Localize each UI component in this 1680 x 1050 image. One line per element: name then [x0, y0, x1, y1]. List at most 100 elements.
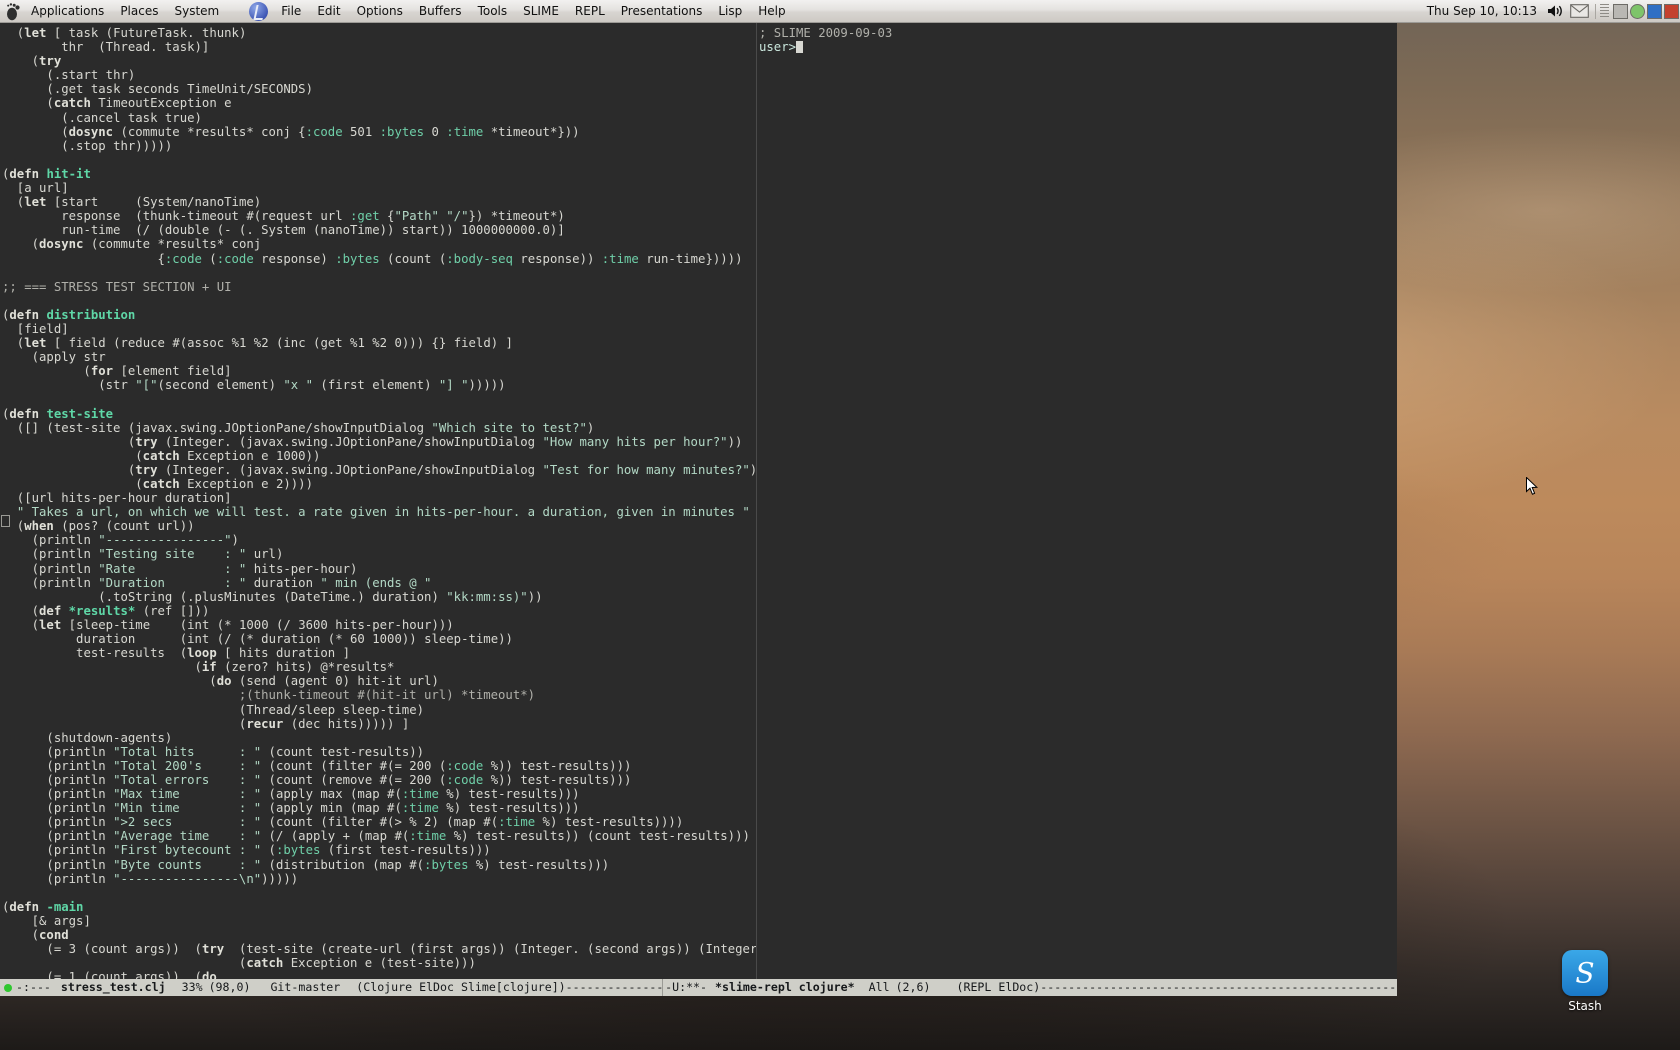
code-line: (.toString (.plusMinutes (DateTime.) dur… [2, 589, 543, 604]
code-line: (Thread/sleep sleep-time) [2, 702, 425, 717]
code-line: (let [sleep-time (int (* 1000 (/ 3600 hi… [2, 617, 454, 632]
menu-presentations[interactable]: Presentations [613, 1, 711, 22]
code-line: " Takes a url, on which we will test. a … [16, 505, 750, 520]
code-line: (when (pos? (count url)) [2, 519, 195, 534]
stash-app-icon: S [1562, 950, 1608, 996]
code-line: (println ">2 secs : " (count (filter #(>… [2, 815, 684, 830]
emacs-split-windows: (let [ task (FutureTask. thunk) thr (Thr… [0, 23, 1397, 979]
emacs-icon [249, 1, 269, 21]
code-line: ([url hits-per-hour duration] [2, 491, 232, 506]
code-line: ;(thunk-timeout #(hit-it url) *timeout*) [2, 688, 536, 703]
panel-menu-places[interactable]: Places [112, 1, 166, 22]
code-line: {:code (:code response) :bytes (count (:… [2, 251, 743, 266]
menu-tools[interactable]: Tools [470, 1, 516, 22]
code-line: (println "Max time : " (apply max (map #… [2, 787, 580, 802]
code-line: (try (Integer. (javax.swing.JOptionPane/… [2, 462, 756, 477]
repl-prompt-line: user> [757, 40, 1397, 54]
overlay-marker-icon [1, 515, 10, 527]
code-line: (let [ task (FutureTask. thunk) [2, 26, 247, 40]
code-line: (defn distribution [2, 307, 136, 322]
code-line: ([] (test-site (javax.swing.JOptionPane/… [2, 420, 595, 435]
slime-repl-output[interactable]: ; SLIME 2009-09-03 user> [757, 23, 1397, 54]
code-line: (println "----------------") [2, 533, 239, 548]
source-modeline: -:--- stress_test.clj 33% (98,0) Git-mas… [0, 979, 663, 996]
code-line: run-time (/ (double (- (. System (nanoTi… [61, 223, 565, 238]
menu-repl[interactable]: REPL [567, 1, 613, 22]
code-line: (println "Total 200's : " (count (filter… [2, 758, 632, 773]
app-tray-icon-2[interactable] [1630, 3, 1645, 19]
repl-modeline-position: All [868, 980, 890, 994]
menu-options[interactable]: Options [349, 1, 411, 22]
modeline-row: -:--- stress_test.clj 33% (98,0) Git-mas… [0, 979, 1397, 996]
mail-icon[interactable] [1569, 2, 1589, 21]
app-tray-icon-3[interactable] [1647, 3, 1662, 19]
code-line: (println "Average time : " (/ (apply + (… [2, 829, 750, 844]
stash-icon-glyph: S [1575, 956, 1595, 990]
panel-clock[interactable]: Thu Sep 10, 10:13 [1421, 2, 1543, 20]
code-line: thr (Thread. task)] [61, 40, 210, 55]
modeline-minor-modes: (Clojure ElDoc Slime[clojure]) [356, 980, 566, 994]
repl-modeline-point: (2,6) [895, 980, 931, 994]
code-line: (cond [2, 928, 69, 942]
gnome-top-panel: Applications Places System File Edit Opt… [0, 0, 1680, 23]
desktop-icon-label: Stash [1568, 999, 1602, 1013]
slime-repl-window[interactable]: ; SLIME 2009-09-03 user> [757, 23, 1397, 979]
tray-divider [1595, 3, 1596, 19]
menu-file[interactable]: File [273, 1, 309, 22]
modeline-point: (98,0) [208, 980, 251, 994]
code-line: (try (Integer. (javax.swing.JOptionPane/… [2, 434, 743, 449]
repl-modeline: -U:**- *slime-repl clojure* All (2,6) (R… [663, 979, 1397, 996]
code-line: (println "----------------\n"))))) [2, 871, 299, 886]
code-line: (defn -main [2, 899, 84, 914]
modeline-vc-state: Git-master [270, 980, 341, 994]
code-line: (def *results* (ref [])) [2, 603, 210, 618]
code-line: (= 3 (count args)) (try (test-site (crea… [2, 942, 756, 957]
menu-slime[interactable]: SLIME [515, 1, 567, 22]
app-tray-icon-1[interactable] [1613, 3, 1628, 19]
code-line: (catch TimeoutException e [2, 96, 232, 111]
grip-handle-icon[interactable] [1600, 3, 1609, 19]
code-line: (catch Exception e 2)))) [2, 477, 313, 491]
repl-banner-line: ; SLIME 2009-09-03 [759, 26, 893, 40]
menu-buffers[interactable]: Buffers [411, 1, 470, 22]
clojure-source-code[interactable]: (let [ task (FutureTask. thunk) thr (Thr… [0, 23, 756, 979]
code-line: (if (zero? hits) @*results* [2, 660, 395, 675]
code-line: (let [start (System/nanoTime) [2, 195, 262, 210]
code-line: (.stop thr))))) [2, 138, 173, 153]
desktop-icon-stash[interactable]: S Stash [1545, 950, 1625, 1013]
panel-menu-applications[interactable]: Applications [23, 1, 112, 22]
code-line: (for [element field] [2, 364, 232, 379]
menu-help[interactable]: Help [750, 1, 793, 22]
code-line: [a url] [2, 181, 69, 196]
modeline-position-pct: 33% [181, 980, 203, 994]
code-line: (dosync (commute *results* conj {:code 5… [2, 124, 580, 139]
app-tray-icon-4[interactable] [1664, 3, 1679, 19]
code-line: duration (int (/ (* duration (* 60 1000)… [76, 632, 513, 647]
code-line: (defn hit-it [2, 166, 91, 181]
modeline-buffer-name: stress_test.clj [60, 980, 166, 994]
code-line: (= 1 (count args)) (do [2, 970, 217, 979]
code-line: (println "Total hits : " (count test-res… [2, 744, 425, 759]
code-line: (.start thr) [2, 68, 136, 83]
panel-menu-system[interactable]: System [166, 1, 227, 22]
menu-lisp[interactable]: Lisp [710, 1, 750, 22]
modeline-filler: ----------------------------------------… [565, 980, 663, 994]
code-line: (catch Exception e 1000)) [2, 448, 321, 463]
code-line: (let [ field (reduce #(assoc %1 %2 (inc … [2, 336, 513, 351]
code-line: (println "Rate : " hits-per-hour) [2, 561, 358, 576]
menu-edit[interactable]: Edit [309, 1, 348, 22]
source-buffer-window[interactable]: (let [ task (FutureTask. thunk) thr (Thr… [0, 23, 756, 979]
repl-modeline-indicator: -U:**- [665, 980, 708, 994]
code-line: (catch Exception e (test-site))) [2, 956, 476, 971]
code-line: (try [2, 54, 62, 69]
volume-icon[interactable] [1545, 2, 1565, 21]
code-line: ;; === STRESS TEST SECTION + UI [2, 279, 232, 294]
modified-indicator-icon [4, 983, 12, 992]
code-line: (shutdown-agents) [2, 730, 173, 745]
gnome-foot-icon[interactable] [3, 2, 23, 21]
